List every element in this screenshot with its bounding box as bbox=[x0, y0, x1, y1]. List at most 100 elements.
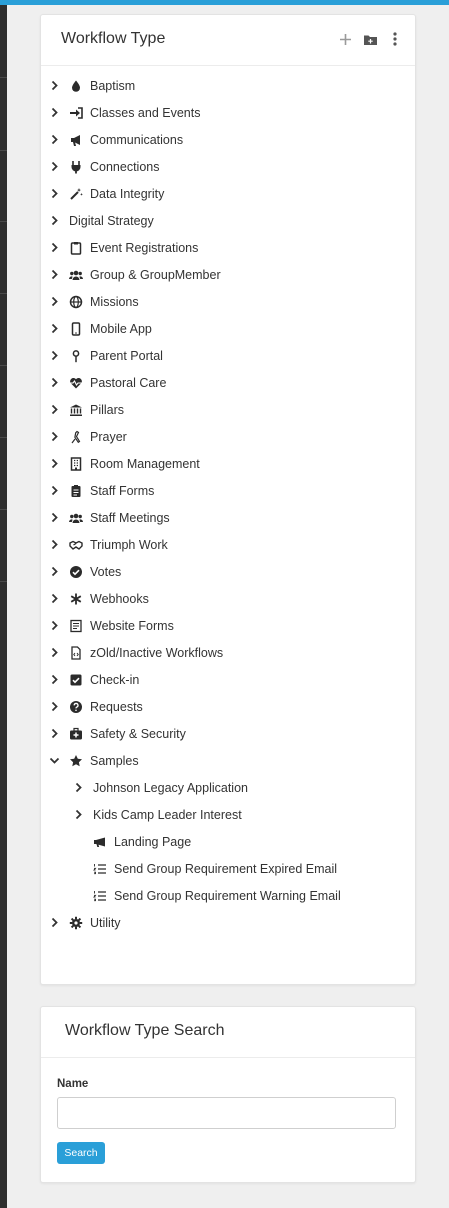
tree-item[interactable]: Johnson Legacy Application bbox=[72, 774, 248, 801]
tree-item[interactable]: Safety & Security bbox=[48, 720, 186, 747]
tree-item[interactable]: Event Registrations bbox=[48, 234, 198, 261]
tree-item-label: Communications bbox=[90, 132, 184, 147]
chevron-right-icon[interactable] bbox=[48, 107, 60, 119]
check-square-icon bbox=[69, 673, 83, 687]
tree-item[interactable]: Staff Forms bbox=[48, 477, 154, 504]
tree-item[interactable]: Check-in bbox=[48, 666, 139, 693]
tree-item[interactable]: Connections bbox=[48, 153, 160, 180]
chevron-right-icon[interactable] bbox=[48, 674, 60, 686]
tree-item-label: Baptism bbox=[90, 78, 136, 93]
workflow-type-search-panel: Workflow Type Search Name Search bbox=[40, 1006, 416, 1183]
chevron-right-icon[interactable] bbox=[48, 323, 60, 335]
left-nav-strip bbox=[0, 5, 7, 1208]
chevron-right-icon[interactable] bbox=[48, 458, 60, 470]
chevron-right-icon[interactable] bbox=[48, 701, 60, 713]
tree-item[interactable]: Send Group Requirement Warning Email bbox=[72, 882, 341, 909]
tree-item[interactable]: Prayer bbox=[48, 423, 127, 450]
chevron-right-icon[interactable] bbox=[48, 647, 60, 659]
chevron-right-icon[interactable] bbox=[48, 296, 60, 308]
tree-item[interactable]: Parent Portal bbox=[48, 342, 163, 369]
chevron-right-icon[interactable] bbox=[48, 377, 60, 389]
chevron-right-icon[interactable] bbox=[48, 269, 60, 281]
chevron-right-icon[interactable] bbox=[48, 620, 60, 632]
tree-item-label: zOld/Inactive Workflows bbox=[90, 645, 224, 660]
chevron-right-icon[interactable] bbox=[48, 242, 60, 254]
sign-in-icon bbox=[69, 106, 83, 120]
tree-item[interactable]: zOld/Inactive Workflows bbox=[48, 639, 223, 666]
tree-item[interactable]: Website Forms bbox=[48, 612, 174, 639]
tree-item[interactable]: Utility bbox=[48, 909, 121, 936]
chevron-right-icon[interactable] bbox=[48, 80, 60, 92]
tree-item[interactable]: Group & GroupMember bbox=[48, 261, 221, 288]
chevron-right-icon[interactable] bbox=[48, 485, 60, 497]
chevron-right-icon[interactable] bbox=[48, 512, 60, 524]
tree-item[interactable]: Send Group Requirement Expired Email bbox=[72, 855, 337, 882]
tree-item-label: Classes and Events bbox=[90, 105, 201, 120]
tree-item-label: Johnson Legacy Application bbox=[93, 780, 248, 795]
add-folder-icon[interactable] bbox=[362, 31, 378, 47]
tree-item-label: Check-in bbox=[90, 672, 140, 687]
tree-item[interactable]: Baptism bbox=[48, 72, 135, 99]
tree-item[interactable]: Missions bbox=[48, 288, 139, 315]
tree-item-label: Staff Meetings bbox=[90, 510, 170, 525]
praying-hands-icon bbox=[69, 430, 83, 444]
tree-item[interactable]: Samples bbox=[48, 747, 139, 774]
workflow-type-panel: Workflow Type Baptism Classes and Events C… bbox=[40, 14, 416, 985]
star-icon bbox=[69, 754, 83, 768]
name-label: Name bbox=[57, 1078, 89, 1090]
chevron-right-icon[interactable] bbox=[48, 404, 60, 416]
tree-item[interactable]: Data Integrity bbox=[48, 180, 164, 207]
tree-item-label: Digital Strategy bbox=[69, 213, 154, 228]
chevron-right-icon[interactable] bbox=[48, 431, 60, 443]
tree-item[interactable]: Pillars bbox=[48, 396, 124, 423]
chevron-right-icon[interactable] bbox=[48, 161, 60, 173]
tree-item-label: Missions bbox=[90, 294, 139, 309]
search-button[interactable]: Search bbox=[57, 1142, 105, 1164]
tree-item-label: Staff Forms bbox=[90, 483, 155, 498]
tree-item[interactable]: Pastoral Care bbox=[48, 369, 166, 396]
tree-item-label: Mobile App bbox=[90, 321, 152, 336]
tree-item-label: Website Forms bbox=[90, 618, 174, 633]
asterisk-icon bbox=[69, 592, 83, 606]
chevron-right-icon[interactable] bbox=[48, 566, 60, 578]
panel-header: Workflow Type bbox=[41, 15, 415, 66]
magic-wand-icon bbox=[69, 187, 83, 201]
tree-item-label: Landing Page bbox=[114, 834, 192, 849]
tree-item[interactable]: Kids Camp Leader Interest bbox=[72, 801, 242, 828]
heartbeat-icon bbox=[69, 376, 83, 390]
globe-icon bbox=[69, 295, 83, 309]
search-panel-title: Workflow Type Search bbox=[65, 1022, 225, 1039]
tree-item[interactable]: Digital Strategy bbox=[48, 207, 154, 234]
tree-item-label: Group & GroupMember bbox=[90, 267, 221, 282]
clipboard-list-icon bbox=[69, 484, 83, 498]
chevron-right-icon[interactable] bbox=[48, 134, 60, 146]
chevron-right-icon[interactable] bbox=[48, 188, 60, 200]
chevron-down-icon[interactable] bbox=[48, 755, 60, 767]
tree-item[interactable]: Staff Meetings bbox=[48, 504, 170, 531]
tree-item[interactable]: Mobile App bbox=[48, 315, 152, 342]
chevron-right-icon[interactable] bbox=[48, 917, 60, 929]
name-field[interactable] bbox=[57, 1097, 396, 1129]
chevron-right-icon[interactable] bbox=[48, 593, 60, 605]
tree-item[interactable]: Communications bbox=[48, 126, 183, 153]
tree-item[interactable]: Requests bbox=[48, 693, 143, 720]
tree-item[interactable]: Webhooks bbox=[48, 585, 149, 612]
tree-item[interactable]: Room Management bbox=[48, 450, 200, 477]
add-icon[interactable] bbox=[337, 31, 353, 47]
chevron-right-icon[interactable] bbox=[48, 215, 60, 227]
tree-item[interactable]: Classes and Events bbox=[48, 99, 200, 126]
tree-item[interactable]: Triumph Work bbox=[48, 531, 168, 558]
chevron-right-icon[interactable] bbox=[72, 782, 84, 794]
search-panel-header: Workflow Type Search bbox=[41, 1007, 415, 1058]
chevron-right-icon[interactable] bbox=[48, 728, 60, 740]
tree-item[interactable]: Votes bbox=[48, 558, 121, 585]
tree-item-label: Safety & Security bbox=[90, 726, 186, 741]
chevron-right-icon[interactable] bbox=[72, 809, 84, 821]
plug-icon bbox=[69, 160, 83, 174]
more-options-icon[interactable] bbox=[387, 31, 403, 47]
chevron-right-icon[interactable] bbox=[48, 539, 60, 551]
chevron-right-icon[interactable] bbox=[48, 350, 60, 362]
panel-title: Workflow Type bbox=[61, 30, 166, 47]
tree-item-label: Data Integrity bbox=[90, 186, 165, 201]
tree-item[interactable]: Landing Page bbox=[72, 828, 191, 855]
